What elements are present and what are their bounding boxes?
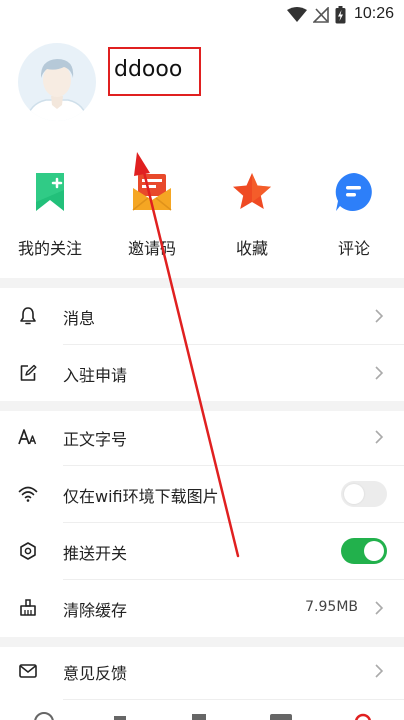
menu-item-clear-cache[interactable]: 清除缓存 7.95MB xyxy=(0,580,404,637)
quick-action-invite-code[interactable]: 邀请码 xyxy=(107,170,197,265)
tab-icon xyxy=(270,714,292,720)
chevron-right-icon xyxy=(375,309,384,323)
menu-item-settle-apply[interactable]: 入驻申请 xyxy=(0,345,404,402)
wifi-images-toggle[interactable] xyxy=(341,481,387,507)
mail-icon xyxy=(19,664,37,678)
divider xyxy=(63,699,404,700)
quick-actions: 我的关注 邀请码 收藏 评论 xyxy=(0,170,404,270)
quick-action-comments[interactable]: 评论 xyxy=(309,170,399,265)
chevron-right-icon xyxy=(375,366,384,380)
quick-action-following[interactable]: 我的关注 xyxy=(5,170,95,265)
wifi-icon xyxy=(18,486,38,502)
tab-icon xyxy=(114,716,126,720)
menu-item-label: 仅在wifi环境下载图片 xyxy=(63,487,219,506)
quick-action-label: 评论 xyxy=(337,239,370,258)
menu-item-label: 清除缓存 xyxy=(63,601,128,620)
font-size-icon xyxy=(18,429,37,445)
wifi-signal-icon xyxy=(287,7,307,22)
toggle-knob xyxy=(344,484,364,504)
bell-icon xyxy=(20,307,36,325)
menu-item-wifi-images: 仅在wifi环境下载图片 xyxy=(0,466,404,523)
menu-item-feedback[interactable]: 意见反馈 xyxy=(0,643,404,700)
avatar[interactable] xyxy=(18,40,96,124)
username[interactable]: ddooo xyxy=(114,57,182,82)
menu-item-label: 推送开关 xyxy=(63,544,128,563)
section-separator xyxy=(0,278,404,288)
tab-icon xyxy=(34,712,54,720)
broom-icon xyxy=(20,599,36,616)
status-icons xyxy=(287,6,346,24)
comment-bubble-icon xyxy=(335,173,372,211)
chevron-right-icon xyxy=(375,430,384,444)
quick-action-label: 邀请码 xyxy=(127,239,176,258)
tab-icon-active xyxy=(354,713,372,720)
profile-header: ddooo xyxy=(0,30,404,148)
no-signal-icon xyxy=(313,7,329,23)
push-toggle[interactable] xyxy=(341,538,387,564)
bookmark-plus-icon xyxy=(36,173,64,211)
tab-icon xyxy=(192,714,206,720)
quick-action-favorites[interactable]: 收藏 xyxy=(207,170,297,265)
star-icon xyxy=(233,173,271,209)
menu-item-label: 意见反馈 xyxy=(63,664,128,683)
cache-size-value: 7.95MB xyxy=(305,599,358,615)
menu-item-label: 消息 xyxy=(63,309,96,328)
menu-item-messages[interactable]: 消息 xyxy=(0,288,404,345)
edit-icon xyxy=(20,364,37,381)
status-time: 10:26 xyxy=(353,5,394,22)
menu-item-label: 正文字号 xyxy=(63,430,128,449)
menu-item-push: 推送开关 xyxy=(0,523,404,580)
hexagon-icon xyxy=(20,542,36,560)
envelope-card-icon xyxy=(132,174,172,211)
bottom-tab-bar-peek xyxy=(34,712,372,720)
chevron-right-icon xyxy=(375,664,384,678)
status-bar: 10:26 xyxy=(0,0,404,30)
quick-action-label: 我的关注 xyxy=(17,239,82,258)
battery-charging-icon xyxy=(335,6,346,24)
menu-item-label: 入驻申请 xyxy=(63,366,128,385)
quick-action-label: 收藏 xyxy=(235,239,268,258)
chevron-right-icon xyxy=(375,601,384,615)
toggle-knob xyxy=(364,541,384,561)
menu-item-font-size[interactable]: 正文字号 xyxy=(0,409,404,466)
